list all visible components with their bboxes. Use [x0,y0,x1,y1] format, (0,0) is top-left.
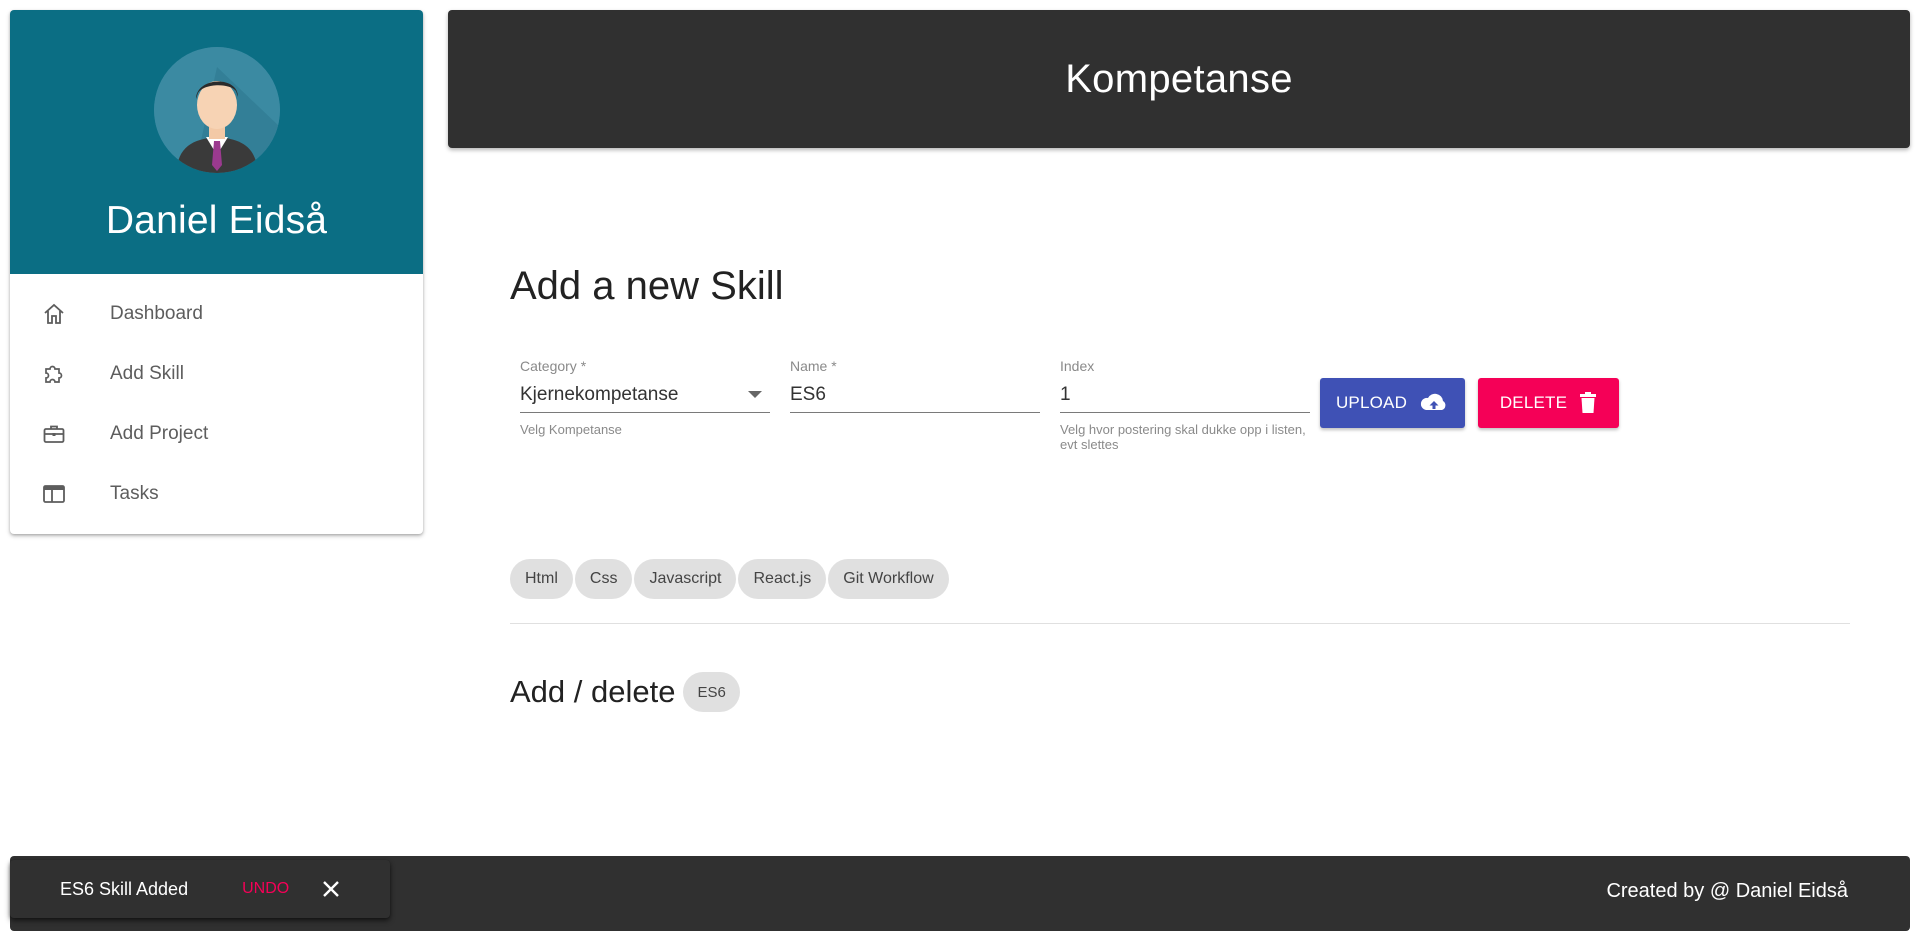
upload-button-label: UPLOAD [1335,393,1408,412]
delete-button-label: DELETE [1499,393,1568,412]
category-field: Category * Kjernekompetanse Velg Kompeta… [520,358,770,437]
category-value: Kjernekompetanse [520,383,679,405]
category-select[interactable]: Kjernekompetanse [520,379,770,413]
name-label: Name * [790,358,837,374]
puzzle-icon [40,360,68,388]
index-input[interactable]: 1 [1060,379,1310,413]
category-helper: Velg Kompetanse [520,422,622,437]
sidebar-item-dashboard[interactable]: Dashboard [10,284,423,344]
skill-chip[interactable]: Javascript [634,559,737,599]
app-header: Kompetanse [448,10,1910,148]
name-value: ES6 [790,383,826,405]
sidebar-item-add-project[interactable]: Add Project [10,404,423,464]
add-delete-title: Add / delete [510,674,676,709]
skill-chip-list: Html Css Javascript React.js Git Workflo… [510,559,949,599]
skill-chip[interactable]: Css [574,559,633,599]
index-helper: Velg hvor postering skal dukke opp i lis… [1060,422,1306,452]
index-field: Index 1 Velg hvor postering skal dukke o… [1060,358,1310,452]
snackbar-message: ES6 Skill Added [60,878,189,899]
web-window-icon [40,480,68,508]
profile-header: Daniel Eidså [10,10,423,274]
avatar [153,47,280,173]
skill-chip[interactable]: Html [510,559,573,599]
trash-icon [1579,392,1597,414]
category-label: Category * [520,358,587,374]
delete-button[interactable]: DELETE [1478,378,1619,428]
divider [510,623,1850,624]
index-value: 1 [1060,383,1071,405]
skill-chip[interactable]: Git Workflow [828,559,949,599]
undo-button[interactable]: UNDO [242,880,289,898]
pending-skill-chip[interactable]: ES6 [683,672,740,712]
cloud-upload-icon [1419,392,1449,414]
close-icon[interactable] [319,877,343,901]
add-delete-section: Add / delete ES6 [510,672,740,712]
user-avatar-icon [153,47,280,173]
profile-name: Daniel Eidså [105,199,328,242]
chevron-down-icon [748,391,762,398]
sidebar-item-add-skill[interactable]: Add Skill [10,344,423,404]
sidebar-item-label: Dashboard [110,303,203,324]
upload-button[interactable]: UPLOAD [1320,378,1465,428]
sidebar-nav: Dashboard Add Skill Add Project Tasks [10,274,423,524]
footer-credit: Created by @ Daniel Eidså [1606,880,1848,902]
sidebar: Daniel Eidså Dashboard Add Skill Add Pro… [10,10,423,534]
form-title: Add a new Skill [510,264,784,308]
briefcase-icon [40,420,68,448]
sidebar-item-label: Add Project [110,423,209,444]
sidebar-item-label: Tasks [110,483,159,504]
sidebar-item-label: Add Skill [110,363,184,384]
page-title: Kompetanse [1065,56,1293,101]
index-label: Index [1060,358,1095,374]
name-input[interactable]: ES6 [790,379,1040,413]
home-icon [40,300,68,328]
skill-chip[interactable]: React.js [738,559,827,599]
sidebar-item-tasks[interactable]: Tasks [10,464,423,524]
name-field: Name * ES6 [790,358,1040,413]
snackbar: ES6 Skill Added UNDO [10,860,390,918]
